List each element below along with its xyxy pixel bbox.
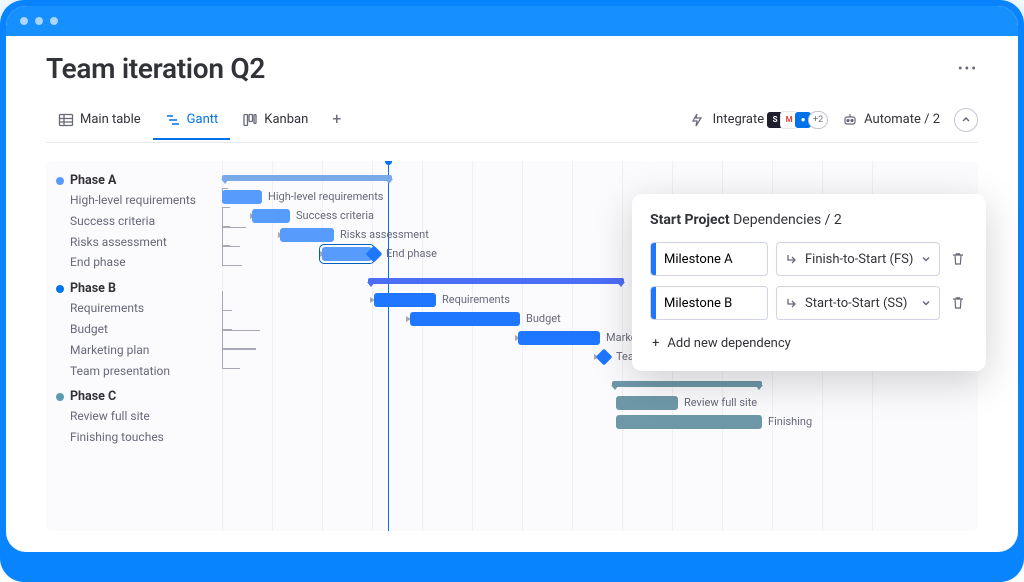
dependency-type-icon <box>785 296 799 310</box>
gantt-icon <box>165 112 181 128</box>
gantt-bar[interactable] <box>222 190 262 204</box>
gantt-bar[interactable] <box>280 228 334 242</box>
gantt-bar[interactable] <box>616 396 678 410</box>
gantt-bar-label: Requirements <box>442 293 510 306</box>
dependency-type-select[interactable]: Finish-to-Start (FS) <box>776 242 940 276</box>
gantt-summary-bar[interactable] <box>368 278 624 284</box>
gantt-bar-label: Finishing <box>768 415 812 428</box>
dependency-row: Milestone B Start-to-Start (SS) <box>650 286 968 320</box>
task-item[interactable]: Success criteria <box>56 211 212 232</box>
tab-kanban[interactable]: Kanban <box>230 106 320 140</box>
chevron-down-icon <box>921 254 931 264</box>
plus-icon: + <box>652 336 659 351</box>
dependency-item-pill[interactable]: Milestone A <box>650 242 768 276</box>
dependencies-panel: Start Project Dependencies / 2 Milestone… <box>632 194 986 371</box>
integrate-label: Integrate <box>713 112 765 127</box>
more-integrations-badge[interactable]: +2 <box>808 111 828 129</box>
gantt-bar-label: Risks assessment <box>340 228 429 241</box>
tab-label: Kanban <box>264 112 308 127</box>
phase-dot-icon <box>56 285 64 293</box>
gantt-bar-label: End phase <box>386 247 437 260</box>
task-item[interactable]: End phase <box>56 252 212 273</box>
task-item[interactable]: Finishing touches <box>56 427 212 448</box>
phase-header-b[interactable]: Phase B <box>56 281 212 296</box>
gantt-bar[interactable] <box>410 312 520 326</box>
window-titlebar <box>6 6 1018 36</box>
traffic-light-dot <box>20 17 28 25</box>
integrate-icon <box>691 112 707 128</box>
add-view-button[interactable]: + <box>320 103 353 142</box>
task-item[interactable]: High-level requirements <box>56 190 212 211</box>
task-item[interactable]: Budget <box>56 319 212 340</box>
phase-dot-icon <box>56 177 64 185</box>
collapse-toolbar-button[interactable] <box>954 108 978 132</box>
tab-gantt[interactable]: Gantt <box>153 106 231 140</box>
color-bar-icon <box>651 243 656 275</box>
automate-button[interactable]: Automate / 2 <box>842 112 940 128</box>
kanban-icon <box>242 112 258 128</box>
table-icon <box>58 112 74 128</box>
phase-header-c[interactable]: Phase C <box>56 389 212 404</box>
color-bar-icon <box>651 287 656 319</box>
milestone-diamond-icon[interactable] <box>596 349 613 366</box>
phase-header-a[interactable]: Phase A <box>56 173 212 188</box>
integration-avatars: S M ● +2 <box>770 111 828 129</box>
tab-main-table[interactable]: Main table <box>46 106 153 140</box>
dependency-row: Milestone A Finish-to-Start (FS) <box>650 242 968 276</box>
gantt-bar-label: Success criteria <box>296 209 374 222</box>
gantt-summary-bar[interactable] <box>222 175 392 181</box>
dependency-type-select[interactable]: Start-to-Start (SS) <box>776 286 940 320</box>
dependency-item-pill[interactable]: Milestone B <box>650 286 768 320</box>
automate-label: Automate / 2 <box>864 112 940 127</box>
integrate-button[interactable]: Integrate S M ● +2 <box>691 111 829 129</box>
delete-dependency-button[interactable] <box>948 293 968 313</box>
task-item[interactable]: Review full site <box>56 406 212 427</box>
gantt-bar[interactable] <box>252 209 290 223</box>
delete-dependency-button[interactable] <box>948 249 968 269</box>
page-title: Team iteration Q2 <box>46 52 265 85</box>
gantt-bar[interactable] <box>616 415 762 429</box>
task-item[interactable]: Requirements <box>56 298 212 319</box>
phase-dot-icon <box>56 393 64 401</box>
traffic-light-dot <box>35 17 43 25</box>
gantt-bar[interactable] <box>374 293 436 307</box>
tab-label: Gantt <box>187 112 219 127</box>
panel-title: Start Project Dependencies / 2 <box>650 212 968 228</box>
dependency-type-icon <box>785 252 799 266</box>
view-tabs: Main table Gantt Kanban + <box>46 103 353 142</box>
task-item[interactable]: Marketing plan <box>56 340 212 361</box>
task-item[interactable]: Team presentation <box>56 361 212 382</box>
gantt-bar[interactable] <box>518 331 600 345</box>
tab-label: Main table <box>80 112 141 127</box>
gantt-bar-label: High-level requirements <box>268 190 383 203</box>
add-dependency-button[interactable]: + Add new dependency <box>650 330 968 357</box>
gantt-bar-label: Budget <box>526 312 561 325</box>
gantt-summary-bar[interactable] <box>612 381 762 387</box>
traffic-light-dot <box>50 17 58 25</box>
robot-icon <box>842 112 858 128</box>
task-list-pane: Phase A High-level requirements Success … <box>46 161 222 531</box>
gantt-bar-label: Review full site <box>684 396 757 409</box>
chevron-down-icon <box>921 298 931 308</box>
task-item[interactable]: Risks assessment <box>56 232 212 253</box>
gantt-bar-selected[interactable] <box>322 247 372 261</box>
more-menu-button[interactable]: ••• <box>958 61 978 77</box>
